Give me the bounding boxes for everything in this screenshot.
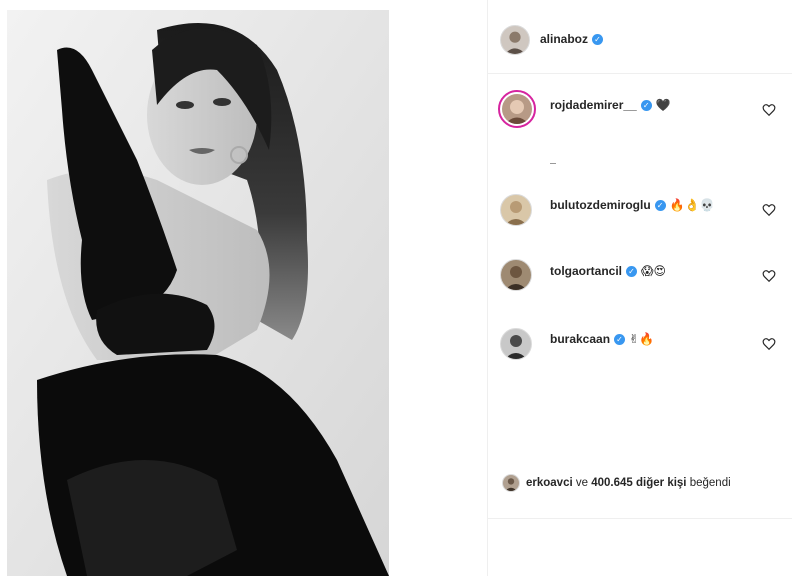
commenter-avatar-tolgaortancil[interactable] — [500, 259, 532, 291]
commenter-avatar-rojdademirer[interactable] — [498, 90, 536, 128]
comment-username[interactable]: rojdademirer__ — [550, 98, 637, 112]
verified-badge-icon: ✓ — [654, 199, 666, 211]
panel-bottom-divider — [488, 518, 792, 519]
author-username-row: alinaboz ✓ — [540, 32, 604, 46]
separator-mark — [550, 163, 556, 164]
verified-badge-icon: ✓ — [614, 333, 626, 345]
post-photo-artwork — [7, 10, 389, 576]
comment-row-2: bulutozdemiroglu ✓ 🔥👌💀 — [550, 198, 714, 212]
likes-count[interactable]: 400.645 diğer kişi — [591, 477, 686, 489]
commenter-avatar-bulutozdemiroglu[interactable] — [500, 194, 532, 226]
verified-badge-icon: ✓ — [626, 265, 638, 277]
heart-outline-icon[interactable] — [762, 103, 776, 117]
heart-outline-icon[interactable] — [762, 269, 776, 283]
comment-username[interactable]: bulutozdemiroglu — [550, 198, 651, 212]
comment-emoji: 🖤 — [655, 98, 671, 112]
liker-avatar[interactable] — [502, 474, 520, 492]
comment-username[interactable]: burakcaan — [550, 332, 610, 346]
commenter-avatar-burakcaan[interactable] — [500, 328, 532, 360]
likes-suffix: beğendi — [689, 477, 731, 489]
post-side-panel: alinaboz ✓ rojdademirer__ ✓ 🖤 bulutozdem… — [488, 0, 792, 576]
likes-conjunction: ve — [575, 477, 589, 489]
comment-row-1: rojdademirer__ ✓ 🖤 — [550, 98, 671, 112]
likes-summary: erkoavci ve 400.645 diğer kişi beğendi — [502, 474, 731, 492]
comment-row-3: tolgaortancil ✓ 😱😍 — [550, 264, 666, 278]
verified-badge-icon: ✓ — [592, 33, 604, 45]
comment-emoji: 🔥👌💀 — [669, 198, 715, 212]
liker-username[interactable]: erkoavci — [526, 477, 573, 489]
verified-badge-icon: ✓ — [640, 99, 652, 111]
heart-outline-icon[interactable] — [762, 337, 776, 351]
author-avatar[interactable] — [500, 25, 530, 55]
comment-emoji: ✌🔥 — [629, 332, 655, 346]
comment-row-4: burakcaan ✓ ✌🔥 — [550, 332, 654, 346]
author-username[interactable]: alinaboz — [540, 32, 588, 46]
comment-username[interactable]: tolgaortancil — [550, 264, 622, 278]
comment-emoji: 😱😍 — [641, 264, 667, 278]
heart-outline-icon[interactable] — [762, 203, 776, 217]
post-header: alinaboz ✓ — [488, 0, 792, 74]
post-photo — [7, 10, 389, 576]
